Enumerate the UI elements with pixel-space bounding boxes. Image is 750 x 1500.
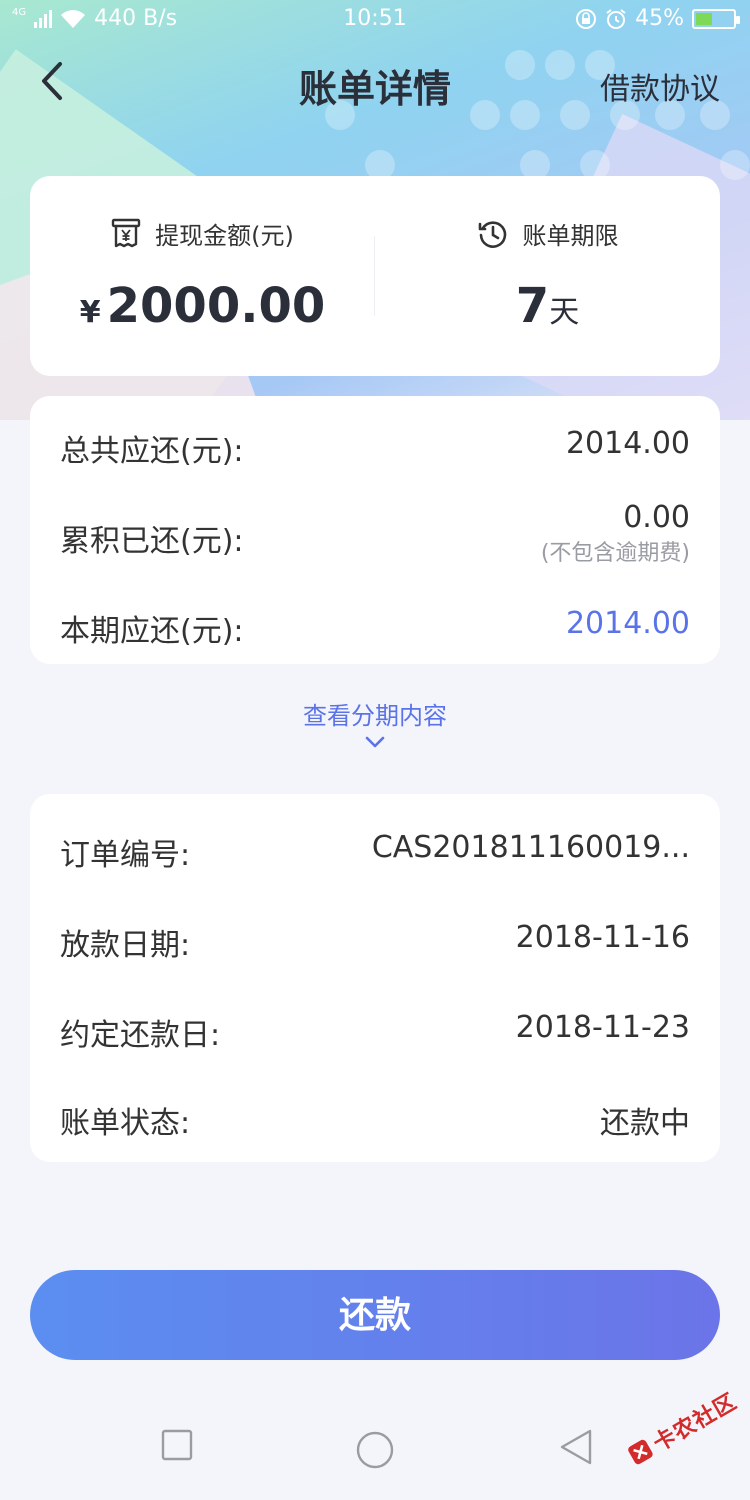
repaid-value-group: 0.00 (不包含逾期费) [541,500,690,567]
order-number-label: 订单编号: [60,838,191,873]
loan-agreement-link[interactable]: 借款协议 [600,64,720,108]
battery-percent: 45% [635,6,684,31]
order-number-value: CAS201811160019... [371,830,690,865]
lock-rotation-icon [576,8,597,29]
list-item: 本期应还(元): 2014.00 [60,606,690,649]
list-item: 约定还款日: 2018-11-23 [60,1010,690,1053]
repay-button[interactable]: 还款 [30,1270,720,1360]
total-due-label: 总共应还(元): [60,434,244,469]
term-label-row: 账单期限 [477,216,619,251]
chevron-down-icon [365,736,385,748]
withdraw-amount-block: 提现金额(元) ¥2000.00 [30,216,375,334]
alarm-icon [606,8,626,29]
currency-symbol: ¥ [79,294,101,330]
view-installments-label: 查看分期内容 [303,702,447,730]
term-label: 账单期限 [522,222,619,250]
term-value-row: 7天 [375,278,720,334]
loan-date-label: 放款日期: [60,928,191,963]
repaid-value: 0.00 [623,500,690,535]
withdraw-amount: ¥2000.00 [30,278,375,334]
repayment-card: 总共应还(元): 2014.00 累积已还(元): 0.00 (不包含逾期费) … [30,396,720,664]
bill-status-value: 还款中 [600,1106,690,1141]
list-item: 放款日期: 2018-11-16 [60,920,690,963]
decorative-dot [720,150,750,180]
list-item: 总共应还(元): 2014.00 [60,426,690,469]
total-due-value: 2014.00 [565,426,690,461]
order-info-card: 订单编号: CAS201811160019... 放款日期: 2018-11-1… [30,794,720,1162]
due-date-label: 约定还款日: [60,1018,221,1053]
status-right: 45% [575,6,740,31]
current-due-label: 本期应还(元): [60,614,244,649]
recent-apps-icon[interactable] [160,1428,194,1462]
withdraw-label-row: 提现金额(元) [111,216,294,251]
withdraw-amount-value: 2000.00 [106,277,326,334]
back-nav-icon[interactable] [558,1428,594,1466]
repaid-note: (不包含逾期费) [540,541,690,566]
current-due-value: 2014.00 [565,606,690,641]
loan-date-value: 2018-11-16 [515,920,690,955]
repaid-label: 累积已还(元): [60,524,244,559]
term-value: 7 [515,277,550,334]
bill-status-label: 账单状态: [60,1106,191,1141]
receipt-yen-icon [111,218,141,247]
list-item: 账单状态: 还款中 [60,1098,690,1141]
battery-icon [692,8,740,29]
home-icon[interactable] [355,1430,395,1470]
list-item: 累积已还(元): 0.00 (不包含逾期费) [60,500,690,580]
due-date-value: 2018-11-23 [515,1010,690,1045]
bill-term-block: 账单期限 7天 [375,216,720,334]
list-item: 订单编号: CAS201811160019... [60,830,690,873]
status-bar: 4G 440 B/s 10:51 45% [0,0,750,40]
view-installments-button[interactable]: 查看分期内容 [0,696,750,749]
clock-history-icon [478,220,506,248]
summary-card: 提现金额(元) ¥2000.00 账单期限 7天 [30,176,720,376]
term-unit: 天 [549,294,580,330]
withdraw-label: 提现金额(元) [155,222,294,250]
top-nav: 账单详情 借款协议 [0,44,750,120]
